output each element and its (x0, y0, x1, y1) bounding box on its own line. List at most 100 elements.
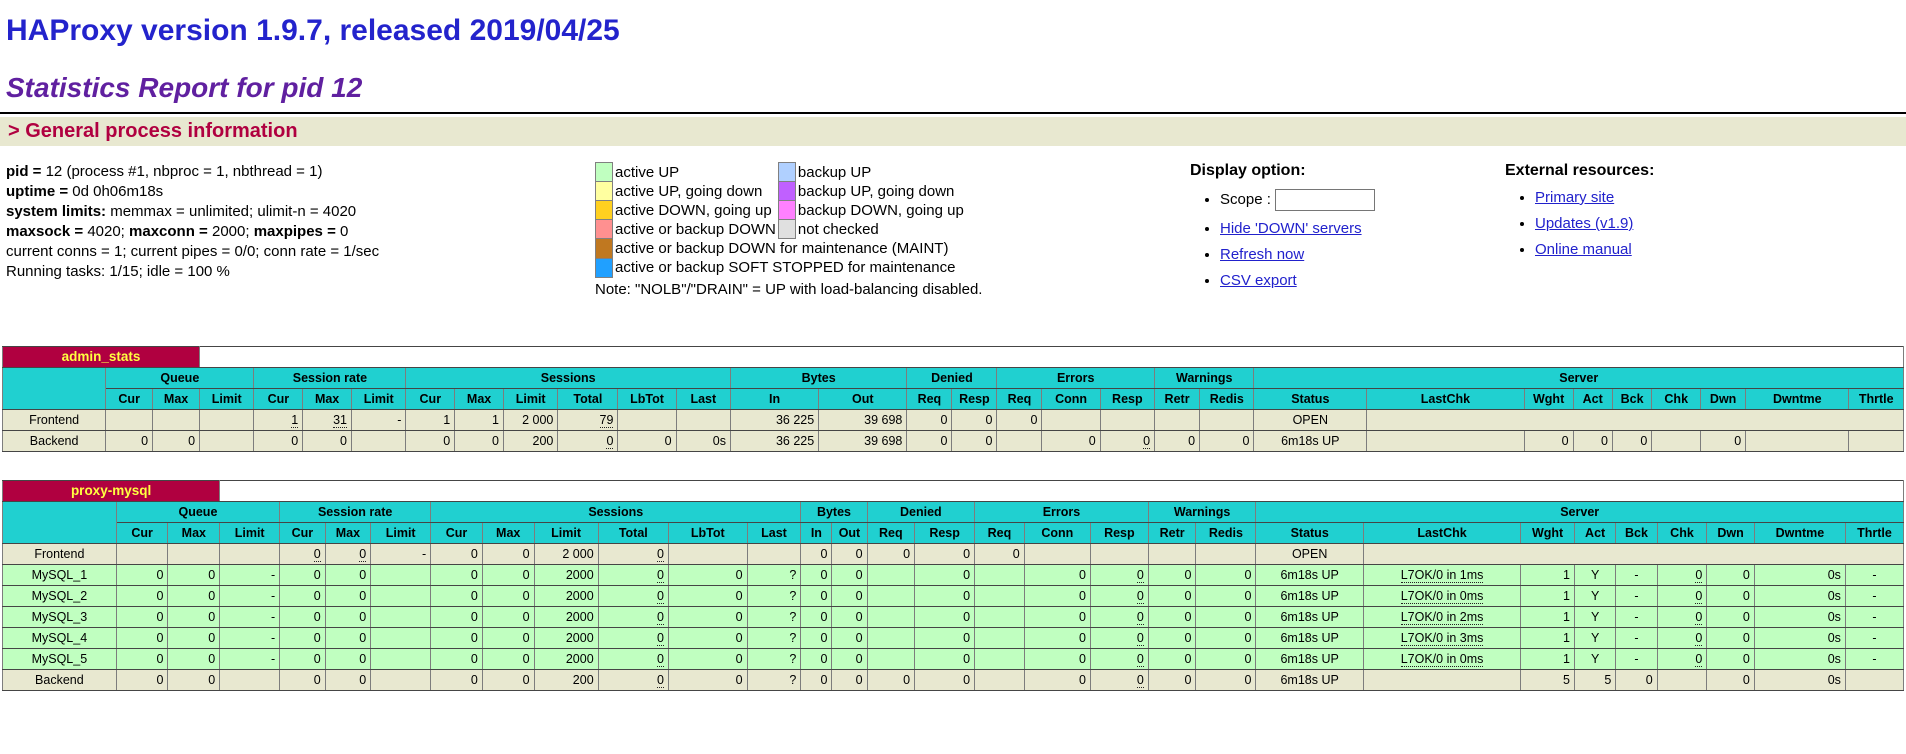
scope-label: Scope : (1220, 191, 1271, 208)
col-dreq: Req (867, 522, 915, 543)
cell-rcur: 1 (254, 409, 303, 430)
cell-dresp: 0 (915, 585, 975, 606)
cell-rmax: 0 (303, 430, 352, 451)
cell-status: OPEN (1256, 543, 1364, 564)
cell-lastchk: L7OK/0 in 0ms (1363, 585, 1520, 606)
cell-rlim: - (352, 409, 406, 430)
cell-dreq (867, 627, 915, 648)
haproxy-home-link[interactable]: HAProxy version 1.9.7, released 2019/04/… (6, 14, 620, 47)
display-option-link-0[interactable]: Hide 'DOWN' servers (1220, 220, 1362, 237)
cell-bck: 0 (1612, 430, 1651, 451)
cell-qmax: 0 (168, 648, 220, 669)
cell-scur: 0 (431, 669, 483, 690)
scope-option: Scope : (1220, 189, 1445, 211)
cell-bin: 0 (801, 669, 832, 690)
cell-econ: 0 (1042, 430, 1100, 451)
column-sub-header: CurMaxLimitCurMaxLimitCurMaxLimitTotalLb… (3, 522, 1904, 543)
external-resource-link-1[interactable]: Updates (v1.9) (1535, 215, 1633, 232)
cell-stot: 0 (598, 648, 668, 669)
cell-thrtle (1849, 430, 1904, 451)
cell-wretr: 0 (1148, 648, 1196, 669)
legend-label-active-or-backup-down: active or backup DOWN (613, 220, 779, 239)
col-status: Status (1256, 522, 1364, 543)
cell-ereq: 0 (975, 543, 1025, 564)
legend-row: active or backup DOWN for maintenance (M… (596, 239, 966, 259)
cell-rlim (352, 430, 406, 451)
cell-smax: 0 (482, 585, 534, 606)
cell-dresp: 0 (952, 409, 997, 430)
col-qmax: Max (153, 388, 200, 409)
col-rlim: Limit (371, 522, 431, 543)
external-resource-item: Updates (v1.9) (1535, 215, 1745, 232)
col-slim: Limit (534, 522, 598, 543)
cell-act: Y (1574, 564, 1615, 585)
col-bin: In (801, 522, 832, 543)
cell-dreq: 0 (907, 430, 952, 451)
cell-thrtle: - (1845, 564, 1903, 585)
cell-eresp: 0 (1090, 627, 1148, 648)
proxy-name-proxy-mysql[interactable]: proxy-mysql (3, 480, 220, 501)
cell-wretr: 0 (1148, 606, 1196, 627)
cell-econ: 0 (1024, 627, 1090, 648)
cell-qcur (106, 409, 153, 430)
cell-qcur: 0 (116, 669, 168, 690)
cell-rlim (371, 669, 431, 690)
cell-eresp (1090, 543, 1148, 564)
cell-ereq (975, 585, 1025, 606)
legend-note: Note: "NOLB"/"DRAIN" = UP with load-bala… (595, 281, 1190, 298)
cell-dwntme: 0s (1754, 648, 1845, 669)
cell-bout: 0 (832, 627, 867, 648)
cell-eresp: 0 (1090, 648, 1148, 669)
display-option-link-2[interactable]: CSV export (1220, 272, 1297, 289)
cell-act: 0 (1573, 430, 1612, 451)
legend-table: active UPbackup UPactive UP, going downb… (595, 162, 966, 278)
col-chk: Chk (1652, 388, 1701, 409)
col-stot: Total (598, 522, 668, 543)
col-act: Act (1573, 388, 1612, 409)
display-option-link-1[interactable]: Refresh now (1220, 246, 1304, 263)
cell-rmax: 31 (303, 409, 352, 430)
cell-eresp: 0 (1100, 430, 1154, 451)
cell-rlim (371, 585, 431, 606)
cell-rlim (371, 564, 431, 585)
cell-scur: 0 (406, 430, 455, 451)
cell-wght: 1 (1521, 648, 1575, 669)
cell-rmax: 0 (325, 564, 371, 585)
cell-status: OPEN (1254, 409, 1367, 430)
cell-qmax: 0 (168, 564, 220, 585)
legend-swatch-maint (596, 239, 613, 259)
cell-smax: 0 (482, 648, 534, 669)
cell-bck: - (1616, 585, 1657, 606)
cell-ereq (975, 606, 1025, 627)
cell-status: 6m18s UP (1256, 627, 1364, 648)
col-wretr: Retr (1155, 388, 1200, 409)
cell-lbtot: 0 (668, 627, 747, 648)
proxy-name-admin_stats[interactable]: admin_stats (3, 346, 200, 367)
col-rmax: Max (303, 388, 352, 409)
cell-dwntme: 0s (1754, 585, 1845, 606)
cell-scur: 0 (431, 648, 483, 669)
group-sessions: Sessions (406, 367, 731, 388)
cell-wght: 5 (1521, 669, 1575, 690)
group-session-rate: Session rate (280, 501, 431, 522)
cell-rlim (371, 648, 431, 669)
cell-bout: 0 (832, 543, 867, 564)
cell-status: 6m18s UP (1256, 585, 1364, 606)
cell-thrtle: - (1845, 648, 1903, 669)
cell-econ (1024, 543, 1090, 564)
col-lbtot: LbTot (618, 388, 676, 409)
cell-scur: 0 (431, 564, 483, 585)
external-resource-link-0[interactable]: Primary site (1535, 189, 1614, 206)
cell-bck: 0 (1616, 669, 1657, 690)
cell-stot: 0 (598, 627, 668, 648)
cell-smax: 0 (482, 564, 534, 585)
scope-input[interactable] (1275, 189, 1375, 211)
cell-wredis: 0 (1196, 648, 1256, 669)
col-qmax: Max (168, 522, 220, 543)
cell-dresp: 0 (915, 543, 975, 564)
cell-qcur: 0 (106, 430, 153, 451)
col-wght: Wght (1524, 388, 1573, 409)
external-resource-link-2[interactable]: Online manual (1535, 241, 1632, 258)
cell-dwntme: 0s (1754, 627, 1845, 648)
cell-wretr: 0 (1148, 627, 1196, 648)
